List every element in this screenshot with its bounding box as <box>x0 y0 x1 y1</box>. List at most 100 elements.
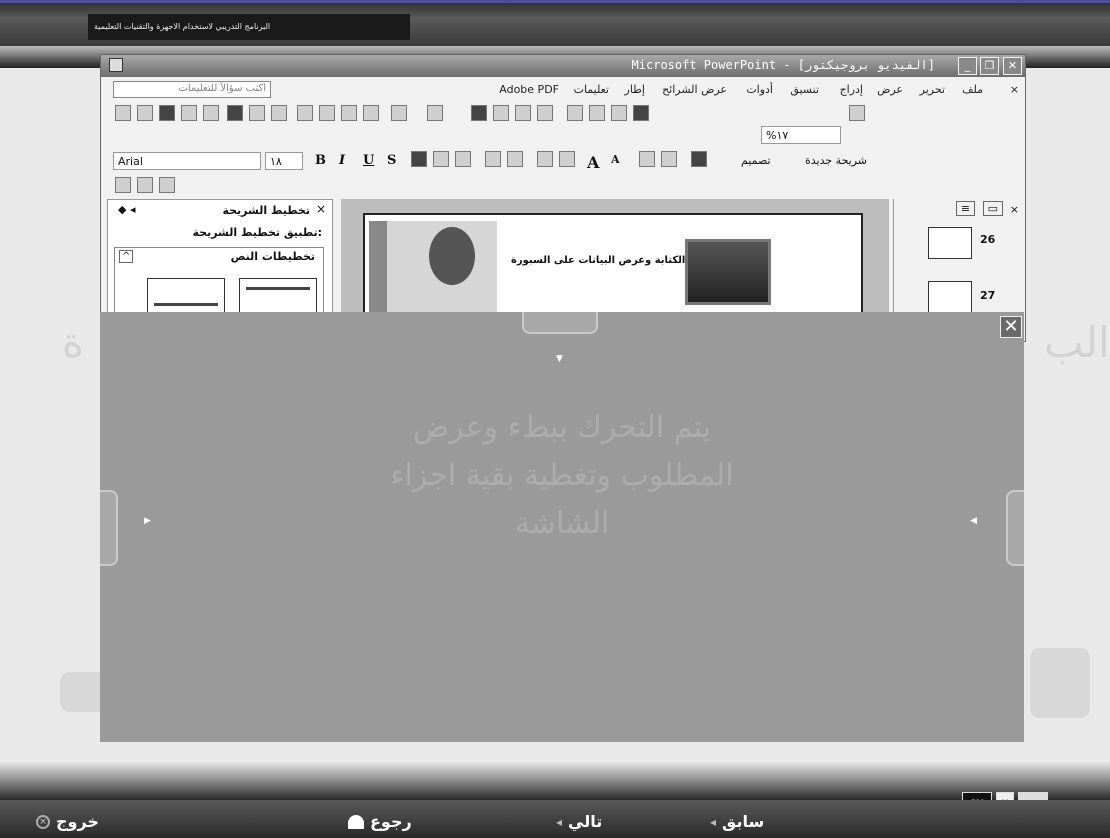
insert-table-icon[interactable] <box>493 105 509 121</box>
paste-icon[interactable] <box>341 105 357 121</box>
open-icon[interactable] <box>137 105 153 121</box>
slide-thumbnail[interactable] <box>928 281 972 313</box>
window-menu-icon[interactable] <box>109 58 123 72</box>
font-select[interactable]: Arial <box>113 152 261 170</box>
back-forward-icon[interactable]: ◆ ◂ <box>118 203 135 216</box>
center-icon[interactable] <box>433 151 449 167</box>
top-banner: البرنامج التدريبي لاستخدام الاجهزة والتق… <box>0 0 1110 46</box>
slide-thumbnail[interactable] <box>928 227 972 259</box>
menu-insert[interactable]: إدراج <box>840 83 863 96</box>
menu-window[interactable]: إطار <box>625 83 645 96</box>
menu-file[interactable]: ملف <box>962 83 983 96</box>
pdf-convert-icon[interactable] <box>115 177 131 193</box>
previous-label: سابق <box>722 812 765 831</box>
format-painter-icon[interactable] <box>363 105 379 121</box>
insert-chart-icon[interactable] <box>471 105 487 121</box>
left-arrow-icon: ◀ <box>970 516 977 526</box>
permission-icon[interactable] <box>181 105 197 121</box>
top-drag-handle[interactable] <box>522 312 598 334</box>
shadow-button[interactable]: S <box>387 153 396 168</box>
extra-toolbar <box>101 173 1025 197</box>
align-right-icon[interactable] <box>411 151 427 167</box>
window-titlebar: Microsoft PowerPoint - [الفيديو بروجيكتو… <box>101 55 1025 77</box>
menu-help[interactable]: تعليمات <box>574 83 609 96</box>
pdf-review-icon[interactable] <box>159 177 175 193</box>
increase-font-button[interactable]: A <box>587 153 599 172</box>
down-arrow-icon: ▼ <box>556 354 563 364</box>
minimize-button[interactable]: _ <box>958 57 977 75</box>
print-preview-icon[interactable] <box>249 105 265 121</box>
right-drag-handle[interactable] <box>1006 490 1024 566</box>
menu-close-doc[interactable]: × <box>1010 83 1019 96</box>
italic-button[interactable]: I <box>339 153 345 168</box>
rtl-icon[interactable] <box>559 151 575 167</box>
design-button[interactable]: تصميم <box>741 154 771 167</box>
menu-adobe-pdf[interactable]: Adobe PDF <box>499 83 559 96</box>
next-button[interactable]: تالي ◂ <box>556 812 602 831</box>
expand-all-icon[interactable] <box>567 105 583 121</box>
print-icon[interactable] <box>227 105 243 121</box>
overlay-close-button[interactable]: ✕ <box>1000 316 1022 338</box>
help-icon[interactable] <box>849 105 865 121</box>
standard-toolbar <box>101 101 1025 125</box>
bottom-navigation: خروج × رجوع تالي ◂ سابق ◂ <box>0 800 1110 838</box>
spelling-icon[interactable] <box>271 105 287 121</box>
font-color-icon[interactable] <box>691 151 707 167</box>
new-slide-button[interactable]: شريحة جديدة <box>805 154 867 167</box>
menu-edit[interactable]: تحرير <box>920 83 945 96</box>
slides-tab[interactable]: ▭ <box>982 201 1003 216</box>
task-pane-close-icon[interactable]: × <box>316 202 326 216</box>
grid-icon[interactable] <box>611 105 627 121</box>
ltr-icon[interactable] <box>537 151 553 167</box>
previous-button[interactable]: سابق ◂ <box>710 812 764 831</box>
slides-pane-close-icon[interactable]: × <box>1010 203 1019 216</box>
thumbnail-number: 27 <box>980 289 996 302</box>
window-title: Microsoft PowerPoint - [الفيديو بروجيكتو… <box>631 58 935 72</box>
text-layouts-title: تخطيطات النص <box>230 250 315 263</box>
restore-button[interactable]: ❐ <box>980 57 999 75</box>
menu-slideshow[interactable]: عرض الشرائح <box>662 83 727 96</box>
show-formatting-icon[interactable] <box>589 105 605 121</box>
left-drag-handle[interactable] <box>100 490 118 566</box>
align-left-icon[interactable] <box>455 151 471 167</box>
exit-button[interactable]: خروج × <box>36 812 99 831</box>
increase-indent-icon[interactable] <box>661 151 677 167</box>
next-label: تالي <box>568 812 603 831</box>
tv-image <box>685 239 771 305</box>
ask-question-input[interactable]: اكتب سؤالاً للتعليمات <box>113 81 271 98</box>
redo-icon[interactable] <box>427 105 443 121</box>
email-icon[interactable] <box>203 105 219 121</box>
color-grayscale-icon[interactable] <box>633 105 649 121</box>
underline-button[interactable]: U <box>363 153 374 168</box>
task-pane-subtitle: تطبيق تخطيط الشريحة: <box>192 226 322 239</box>
close-window-button[interactable]: ✕ <box>1003 57 1022 75</box>
outline-tab[interactable]: ≡ <box>955 201 975 216</box>
collapse-icon[interactable]: ^ <box>119 250 134 263</box>
copy-icon[interactable] <box>319 105 335 121</box>
undo-icon[interactable] <box>391 105 407 121</box>
back-label: رجوع <box>370 812 412 831</box>
pdf-email-icon[interactable] <box>137 177 153 193</box>
numbering-icon[interactable] <box>485 151 501 167</box>
focus-overlay: ✕ ▼ ▶ ◀ يتم التحرك ببطء وعرض المطلوب وتغ… <box>100 312 1024 742</box>
bold-button[interactable]: B <box>315 153 326 168</box>
decrease-font-button[interactable]: A <box>611 153 620 166</box>
hyperlink-icon[interactable] <box>537 105 553 121</box>
right-arrow-icon: ▶ <box>144 516 151 526</box>
bullets-icon[interactable] <box>507 151 523 167</box>
menu-format[interactable]: تنسيق <box>790 83 819 96</box>
menu-tools[interactable]: أدوات <box>746 83 773 96</box>
menu-view[interactable]: عرض <box>877 83 903 96</box>
top-accent-line <box>0 0 1110 3</box>
zoom-select[interactable]: %١٧ <box>761 126 841 144</box>
decrease-indent-icon[interactable] <box>639 151 655 167</box>
save-icon[interactable] <box>159 105 175 121</box>
back-button[interactable]: رجوع <box>348 812 412 831</box>
task-pane-title[interactable]: تخطيط الشريحة <box>222 204 310 217</box>
cut-icon[interactable] <box>297 105 313 121</box>
previous-icon: ◂ <box>710 814 717 829</box>
font-size-select[interactable]: ١٨ <box>265 152 303 170</box>
slide-caption: الكتابة وعرض البيانات على السبورة <box>511 255 686 266</box>
tables-borders-icon[interactable] <box>515 105 531 121</box>
new-icon[interactable] <box>115 105 131 121</box>
